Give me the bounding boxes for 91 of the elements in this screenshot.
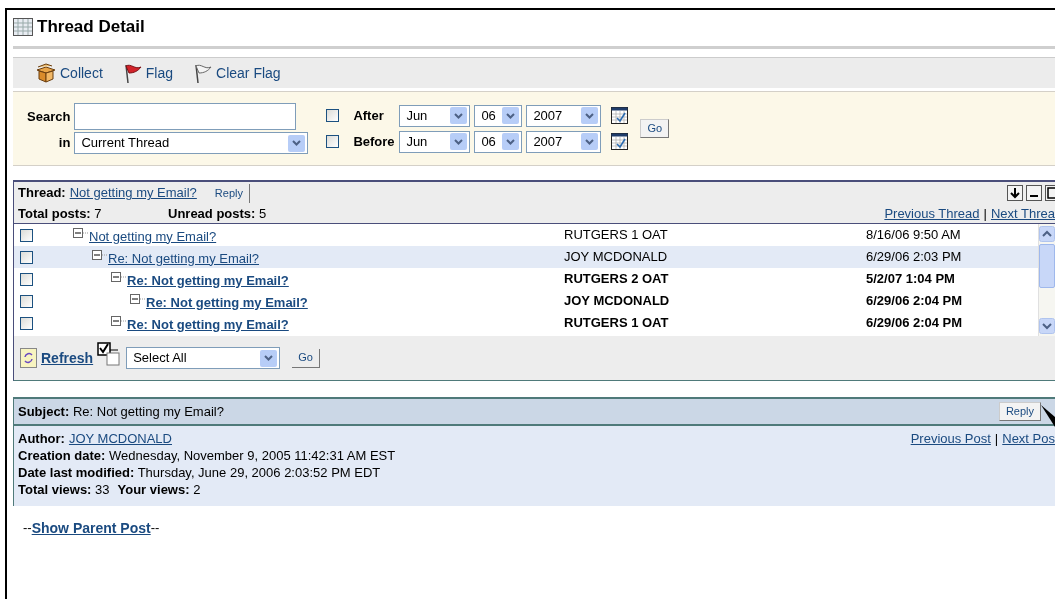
dash-text: -- xyxy=(23,519,32,537)
caret-icon[interactable] xyxy=(450,133,468,150)
link[interactable]: Re: Not getting my Email? xyxy=(108,248,259,269)
box-icon xyxy=(35,62,57,84)
calendar-icon xyxy=(611,133,629,150)
minimize-icon xyxy=(1026,185,1042,201)
checkbox[interactable] xyxy=(20,316,33,330)
date-cell-text: 5/2/07 1:04 PM xyxy=(866,270,955,289)
page-title: Thread Detail xyxy=(37,16,145,39)
collapse-icon[interactable] xyxy=(92,250,108,260)
date-cell-text: 6/29/06 2:04 PM xyxy=(866,314,963,333)
field-label: Search xyxy=(27,107,71,126)
toolbar-button[interactable]: Collect xyxy=(35,62,103,84)
bulk-action-dropdown[interactable]: Select All xyxy=(126,347,281,369)
day-dropdown[interactable]: 06 xyxy=(474,104,523,127)
link[interactable]: Re: Not getting my Email? xyxy=(146,292,308,313)
caret-icon[interactable] xyxy=(581,133,599,150)
author-label: Author: xyxy=(18,430,65,447)
scroll-down-icon xyxy=(1039,318,1055,334)
search-field[interactable] xyxy=(74,103,297,130)
link[interactable]: Re: Not getting my Email? xyxy=(127,270,289,291)
scrollbar-thumb[interactable] xyxy=(1039,244,1055,288)
scrollbar[interactable] xyxy=(1038,224,1055,336)
checkbox[interactable] xyxy=(20,294,33,308)
link[interactable]: Next Pos xyxy=(1002,430,1055,447)
calendar-icon xyxy=(611,107,629,124)
checkbox[interactable] xyxy=(326,135,340,148)
field-label: in xyxy=(57,134,71,153)
down-arrow-icon xyxy=(1007,185,1023,201)
post-row[interactable]: Re: Not getting my Email? JOY MCDONALD 6/29/06 2:03 PM xyxy=(14,246,1038,268)
author-cell-text: RUTGERS 1 OAT xyxy=(564,226,669,245)
link[interactable]: Show Parent Post xyxy=(31,518,151,539)
author-cell-text: RUTGERS 2 OAT xyxy=(564,270,670,289)
toolbar-button[interactable]: Clear Flag xyxy=(191,62,281,84)
view-count: Your views: 2 xyxy=(117,481,201,498)
subject-text: Subject: Re: Not getting my Email? xyxy=(18,402,224,421)
collapse-icon[interactable] xyxy=(73,228,89,238)
author-cell-text: JOY MCDONALD xyxy=(564,248,669,267)
scroll-up-icon xyxy=(1039,226,1055,242)
separator: | xyxy=(994,430,999,447)
day-dropdown[interactable]: 06 xyxy=(474,130,523,153)
collapse-icon[interactable] xyxy=(130,294,146,304)
pointer-icon xyxy=(1041,405,1055,427)
unread-count: Unread posts: 5 xyxy=(168,204,267,223)
author-cell-text: JOY MCDONALD xyxy=(564,292,671,311)
select-all-checkbox-icon xyxy=(97,341,123,367)
post-count: Total posts: 7 xyxy=(18,204,103,223)
link[interactable]: JOY MCDONALD xyxy=(68,430,172,447)
caret-icon[interactable] xyxy=(581,107,599,124)
collapse-icon[interactable] xyxy=(111,316,127,326)
link[interactable]: Re: Not getting my Email? xyxy=(127,314,289,335)
month-dropdown[interactable]: Jun xyxy=(399,104,471,127)
scope-dropdown[interactable]: Current Thread xyxy=(74,132,309,154)
checkbox[interactable] xyxy=(326,109,340,122)
table-icon xyxy=(13,18,33,36)
link[interactable]: Not getting my Email? xyxy=(69,183,197,203)
reply-button[interactable]: Reply xyxy=(998,402,1041,421)
checkbox[interactable] xyxy=(20,272,33,286)
caret-icon[interactable] xyxy=(502,133,520,150)
post-detail: Creation date: Wednesday, November 9, 2005 11:42:31 AM EST xyxy=(18,447,397,464)
go-button[interactable]: Go xyxy=(640,119,670,138)
caret-icon[interactable] xyxy=(502,107,520,124)
go-button[interactable]: Go xyxy=(292,348,320,368)
caret-icon[interactable] xyxy=(260,349,278,367)
separator: | xyxy=(983,204,987,223)
link[interactable]: Next Threa xyxy=(990,203,1055,224)
dash-text: -- xyxy=(150,519,160,537)
month-dropdown[interactable]: Jun xyxy=(399,130,471,153)
refresh-link[interactable]: Refresh xyxy=(20,347,94,369)
caret-icon[interactable] xyxy=(450,107,468,124)
caret-icon[interactable] xyxy=(288,134,306,152)
checkbox[interactable] xyxy=(20,250,33,264)
reply-button[interactable]: Reply xyxy=(208,183,250,203)
refresh-icon xyxy=(20,348,38,368)
collapse-icon[interactable] xyxy=(111,272,127,282)
view-count: Total views: 33 xyxy=(18,481,110,498)
author-cell-text: RUTGERS 1 OAT xyxy=(564,314,670,333)
link[interactable]: Previous Thread xyxy=(884,203,980,224)
post-detail: Date last modified: Thursday, June 29, 2006 2:03:52 PM EDT xyxy=(18,464,382,481)
date-cell-text: 6/29/06 2:03 PM xyxy=(866,248,962,267)
year-dropdown[interactable]: 2007 xyxy=(526,104,602,127)
toolbar-button[interactable]: Flag xyxy=(120,62,174,84)
year-dropdown[interactable]: 2007 xyxy=(526,130,602,153)
link[interactable]: Not getting my Email? xyxy=(89,226,217,247)
date-cell-text: 8/16/06 9:50 AM xyxy=(866,226,961,245)
checkbox[interactable] xyxy=(20,228,33,242)
date-cell-text: 6/29/06 2:04 PM xyxy=(866,292,963,311)
field-label: After xyxy=(353,106,385,125)
link[interactable]: Previous Post xyxy=(910,430,991,447)
field-label: Thread: xyxy=(18,184,66,203)
field-label: Before xyxy=(353,132,396,151)
